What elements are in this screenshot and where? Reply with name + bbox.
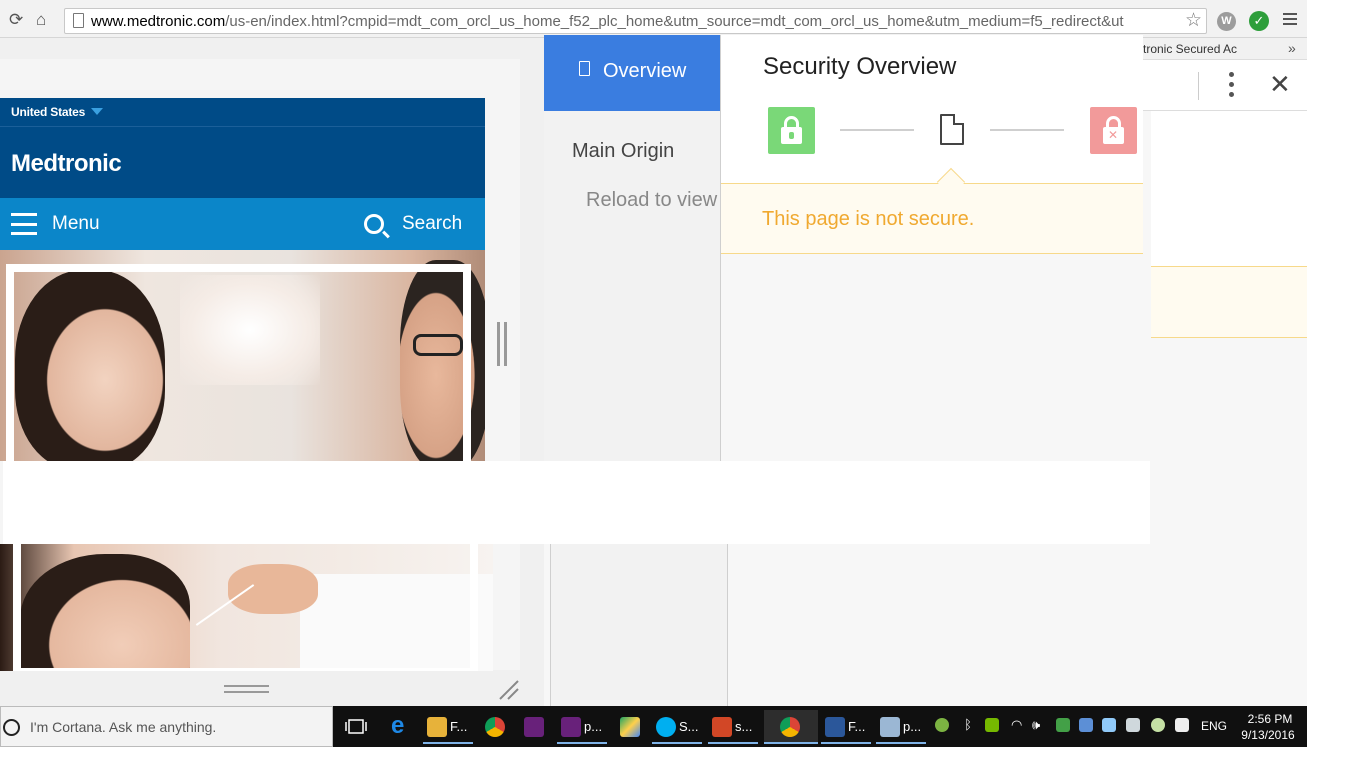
devtools-warning-strip <box>1151 266 1307 338</box>
hero-image-bottom <box>0 544 493 671</box>
extension-w-icon[interactable]: W <box>1217 12 1236 31</box>
viewport-bottom-handle[interactable] <box>224 685 269 693</box>
powerpoint-icon <box>712 717 732 737</box>
reload-icon[interactable]: ⟳ <box>9 10 23 30</box>
taskbar-app-visual-studio-2[interactable]: p... <box>557 710 607 744</box>
country-caret-icon[interactable] <box>91 108 103 115</box>
taskbar-app-notepad[interactable]: p... <box>876 710 926 744</box>
taskbar-app-google-drive[interactable] <box>616 710 646 744</box>
google-drive-icon <box>620 717 640 737</box>
tray-network-icon[interactable] <box>1102 718 1116 732</box>
folder-icon <box>427 717 447 737</box>
system-tray: ᛒ ◠ 🕪 <box>933 718 1193 736</box>
taskbar-app-file-explorer[interactable]: F... <box>423 710 473 744</box>
bookmark-star-icon[interactable]: ☆ <box>1185 9 1202 32</box>
visual-studio-icon <box>561 717 581 737</box>
connector-line <box>840 129 914 131</box>
page-icon <box>73 13 84 28</box>
hero-frame <box>6 264 471 461</box>
hero-frame-bottom <box>13 544 478 671</box>
insecure-lock-icon <box>1090 107 1137 154</box>
medtronic-header: United States Medtronic <box>0 98 485 198</box>
tray-tool-icon[interactable] <box>1079 718 1093 732</box>
devtools-tab[interactable]: tronic Secured Ac <box>1143 42 1283 56</box>
tray-leaf-icon[interactable] <box>1151 718 1165 732</box>
cortana-icon <box>3 719 20 736</box>
taskbar-app-powerpoint[interactable]: s... <box>708 710 758 744</box>
cortana-search-box[interactable]: I'm Cortana. Ask me anything. <box>0 706 333 747</box>
reload-to-view-item[interactable]: Reload to view <box>586 189 717 212</box>
visual-studio-icon <box>524 717 544 737</box>
country-selector[interactable]: United States <box>11 105 85 119</box>
security-status-banner: This page is not secure. <box>721 183 1143 254</box>
address-bar[interactable]: www.medtronic.com/us-en/index.html?cmpid… <box>64 8 1207 34</box>
search-button[interactable]: Search <box>402 213 462 235</box>
header-divider <box>0 126 485 127</box>
tray-check-icon[interactable] <box>1056 718 1070 732</box>
devtools-tab-strip: tronic Secured Ac » <box>1143 38 1307 60</box>
cortana-placeholder: I'm Cortana. Ask me anything. <box>30 719 217 735</box>
security-sidebar: Overview Main Origin Reload to view <box>544 35 721 461</box>
browser-menu-icon[interactable] <box>1283 13 1297 25</box>
connector-line <box>990 129 1064 131</box>
blank-overlay <box>3 461 1150 544</box>
secure-lock-icon <box>768 107 815 154</box>
security-panel-header: Security Overview <box>721 35 1143 183</box>
taskbar-app-word[interactable]: F... <box>821 710 871 744</box>
document-icon <box>940 114 964 145</box>
skype-icon <box>656 717 676 737</box>
security-status-text: This page is not secure. <box>762 208 975 230</box>
extension-check-icon[interactable]: ✓ <box>1249 11 1269 31</box>
taskbar-app-visual-studio[interactable] <box>520 710 550 744</box>
url-text[interactable]: www.medtronic.com/us-en/index.html?cmpid… <box>91 12 1186 32</box>
nvidia-icon[interactable] <box>985 718 999 732</box>
bluetooth-icon[interactable]: ᛒ <box>961 718 975 732</box>
security-overview-panel: Security Overview This page is not secur… <box>721 35 1143 461</box>
viewport-resize-handle[interactable] <box>497 322 507 366</box>
search-icon[interactable] <box>364 214 384 234</box>
taskbar-app-chrome-active[interactable] <box>764 710 818 744</box>
main-origin-heading: Main Origin <box>572 140 675 162</box>
task-view-icon[interactable] <box>345 718 367 736</box>
chrome-icon <box>485 717 505 737</box>
close-icon[interactable]: ✕ <box>1269 70 1291 98</box>
devtools-content-area <box>1151 111 1307 266</box>
edge-browser-icon[interactable]: e <box>391 712 404 740</box>
medtronic-logo[interactable]: Medtronic <box>11 150 122 178</box>
medtronic-nav-bar: Menu Search <box>0 198 485 250</box>
taskbar-app-skype[interactable]: S... <box>652 710 702 744</box>
corner-resize-icon[interactable] <box>497 678 521 702</box>
tray-device-icon[interactable] <box>1126 718 1140 732</box>
windows-taskbar: I'm Cortana. Ask me anything. e F... p..… <box>0 706 1307 747</box>
tab-overview[interactable]: Overview <box>544 35 720 111</box>
hamburger-icon[interactable] <box>11 213 37 235</box>
devtools-header: ✕ <box>1143 60 1307 111</box>
hero-image-top <box>0 250 485 461</box>
notepad-icon <box>880 717 900 737</box>
clock-date[interactable]: 9/13/2016 <box>1238 727 1298 743</box>
more-tabs-icon[interactable]: » <box>1288 40 1296 56</box>
wifi-icon[interactable]: ◠ <box>1011 718 1025 732</box>
security-sidebar-lower <box>550 544 728 706</box>
word-icon <box>825 717 845 737</box>
home-icon[interactable]: ⌂ <box>36 10 46 30</box>
screen-edge <box>1307 0 1366 768</box>
menu-button[interactable]: Menu <box>52 213 100 235</box>
language-indicator[interactable]: ENG <box>1201 719 1227 733</box>
taskbar-app-chrome[interactable] <box>481 710 511 744</box>
header-separator <box>1198 72 1199 100</box>
tab-overview-label: Overview <box>603 60 687 82</box>
clock-time[interactable]: 2:56 PM <box>1242 711 1298 727</box>
kebab-menu-icon[interactable] <box>1229 72 1234 98</box>
chrome-icon <box>780 717 800 737</box>
action-center-icon[interactable] <box>1175 718 1189 732</box>
tray-app-icon[interactable] <box>935 718 949 732</box>
volume-icon[interactable]: 🕪 <box>1032 718 1046 732</box>
page-title: Security Overview <box>763 53 957 80</box>
browser-toolbar: ⟳ ⌂ www.medtronic.com/us-en/index.html?c… <box>0 0 1307 38</box>
document-icon <box>579 61 590 76</box>
